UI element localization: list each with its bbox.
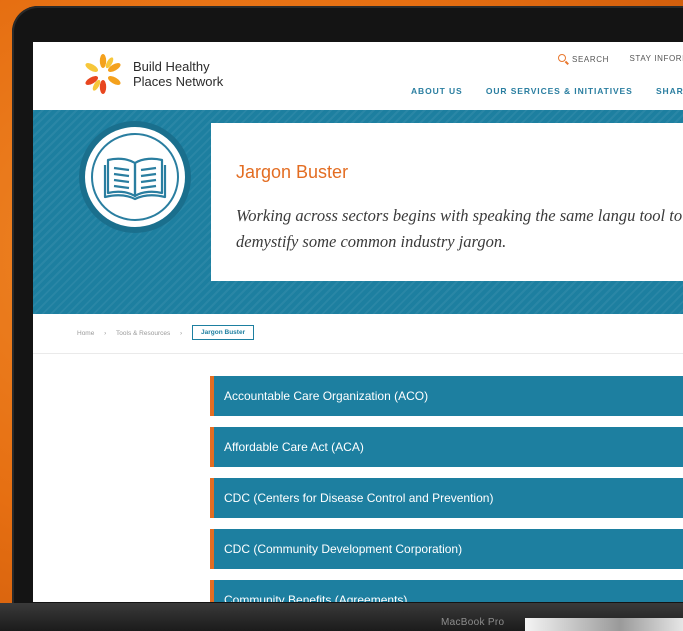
open-book-icon [103,157,167,201]
hero-card: Jargon Buster Working across sectors beg… [211,123,683,281]
breadcrumb-home[interactable]: Home [77,330,94,337]
accordion-item-aca[interactable]: Affordable Care Act (ACA) [210,427,683,467]
search-label: SEARCH [572,55,609,64]
laptop-hinge-highlight [525,618,683,631]
page-title: Jargon Buster [236,162,349,182]
device-label: MacBook Pro [441,617,505,628]
chevron-right-icon: › [104,330,107,337]
breadcrumb: Home › Tools & Resources › Jargon Buster [77,325,255,341]
brand-line-1: Build Healthy [133,59,210,74]
book-badge [85,127,185,227]
accordion-item-community-benefits[interactable]: Community Benefits (Agreements) [210,580,683,602]
search-icon [558,54,567,62]
chevron-right-icon: › [180,330,183,337]
nav-item-sharing[interactable]: SHARIN [656,86,683,96]
brand-line-2: Places Network [133,74,224,89]
nav-item-services[interactable]: OUR SERVICES & INITIATIVES [486,86,633,96]
jargon-list: Accountable Care Organization (ACO) Affo… [210,376,683,602]
site-header: Build Healthy Places Network SEARCH STAY… [33,42,683,110]
nav-item-about-us[interactable]: ABOUT US [411,86,463,96]
accordion-item-aco[interactable]: Accountable Care Organization (ACO) [210,376,683,416]
stay-informed-link[interactable]: STAY INFORI [630,54,683,63]
breadcrumb-current: Jargon Buster [192,325,255,340]
breadcrumb-tools-resources[interactable]: Tools & Resources [116,330,170,337]
browser-viewport: Build Healthy Places Network SEARCH STAY… [33,42,683,602]
divider [33,353,683,354]
main-nav: ABOUT US OUR SERVICES & INITIATIVES SHAR… [411,86,683,96]
logo-icon[interactable] [81,52,125,96]
hero-banner: Jargon Buster Working across sectors beg… [33,110,683,314]
accordion-item-cdc-disease-control[interactable]: CDC (Centers for Disease Control and Pre… [210,478,683,518]
accordion-item-cdc-community-development[interactable]: CDC (Community Development Corporation) [210,529,683,569]
page-description: Working across sectors begins with speak… [236,206,683,251]
search-link[interactable]: SEARCH [558,54,609,64]
brand-name[interactable]: Build Healthy Places Network [133,59,223,89]
